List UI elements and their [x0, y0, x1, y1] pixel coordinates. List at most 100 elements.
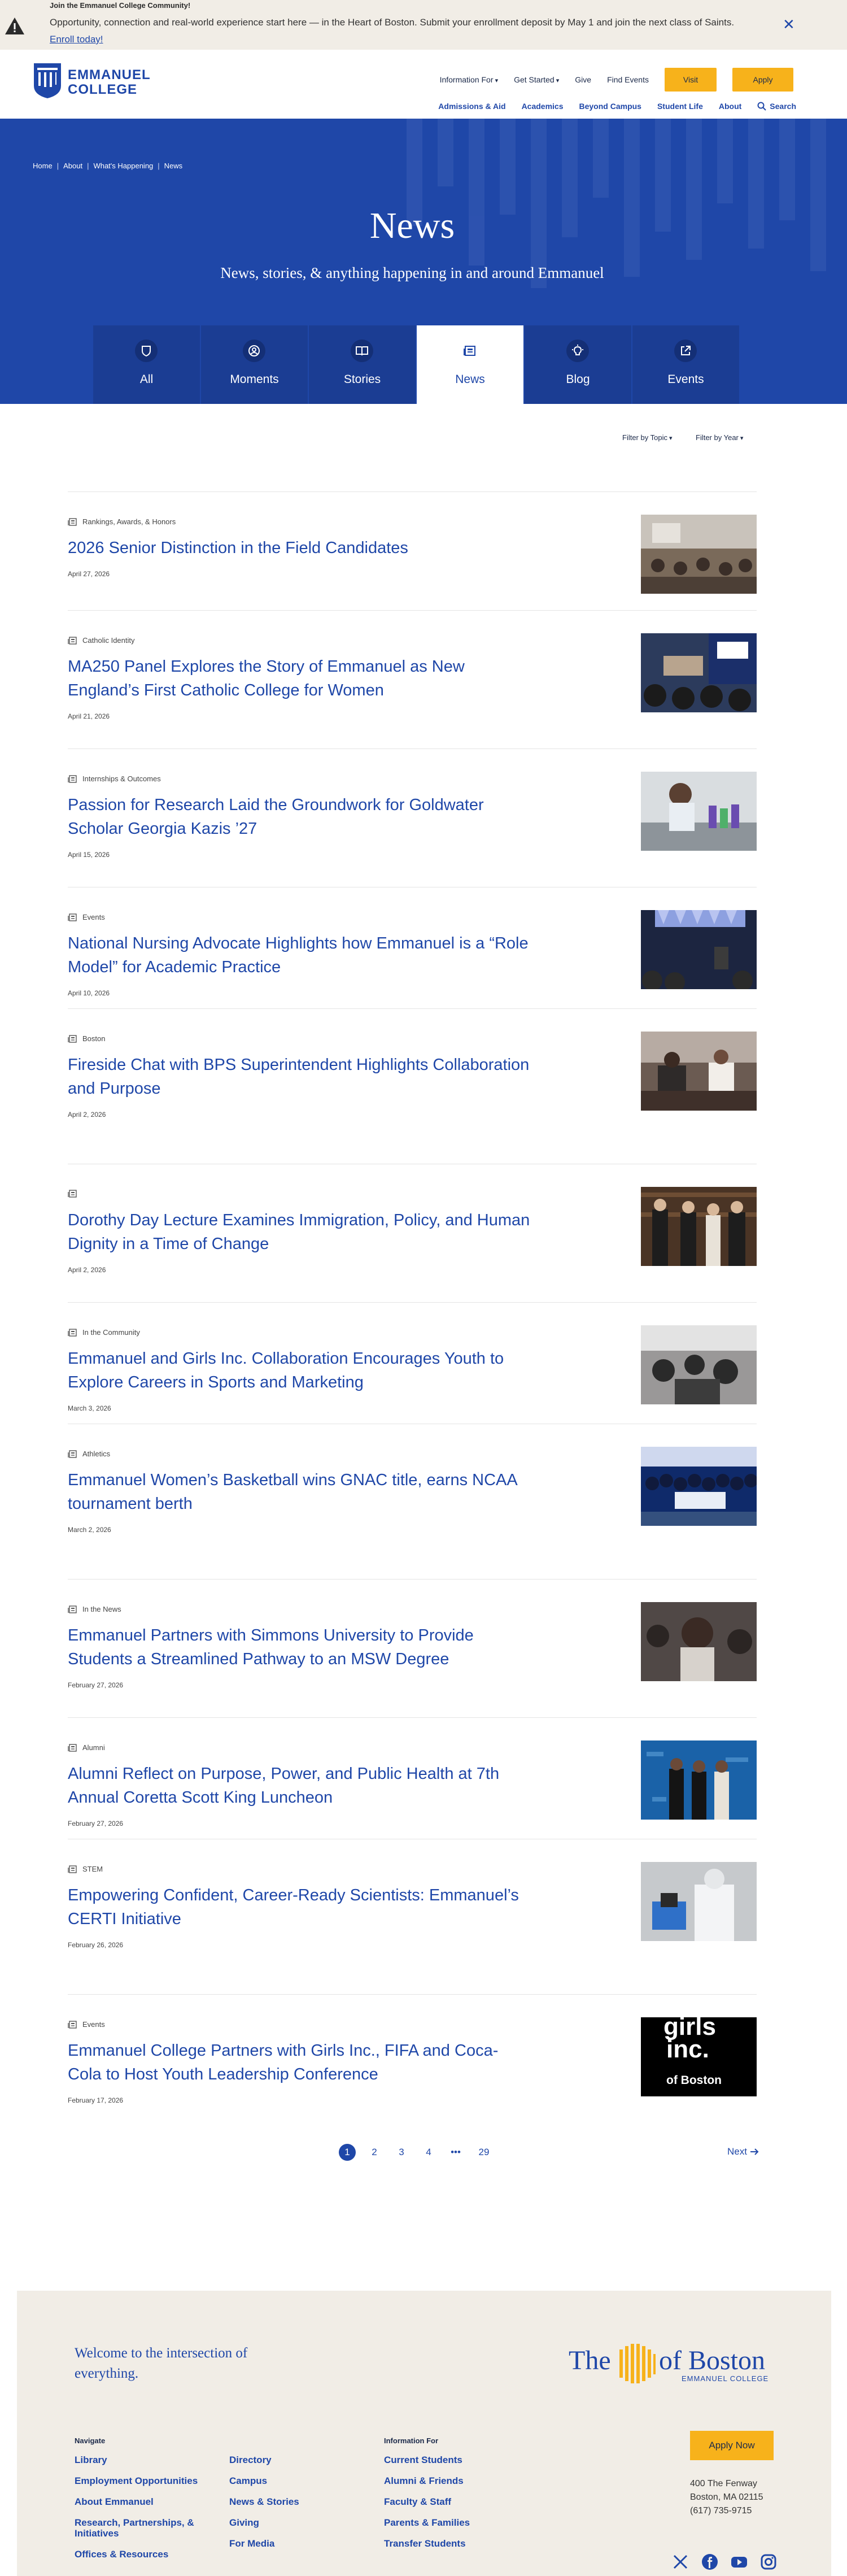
pagination-ellipsis: ••• — [451, 2147, 461, 2157]
footer-link-alumni[interactable]: Alumni & Friends — [384, 2475, 508, 2486]
news-photo — [641, 1325, 757, 1404]
news-title-link[interactable]: 2026 Senior Distinction in the Field Can… — [68, 536, 531, 560]
page-3-button[interactable]: 3 — [393, 2144, 410, 2161]
tab-stories[interactable]: Stories — [309, 325, 416, 404]
footer-link-giving[interactable]: Giving — [229, 2517, 342, 2528]
give-link[interactable]: Give — [575, 75, 591, 84]
news-date: March 2, 2026 — [68, 1526, 111, 1534]
news-item[interactable]: Catholic Identity MA250 Panel Explores th… — [68, 610, 757, 749]
news-item[interactable]: Rankings, Awards, & Honors 2026 Senior Di… — [68, 491, 757, 610]
close-icon[interactable]: ✕ — [783, 17, 795, 32]
news-thumbnail[interactable] — [641, 1602, 757, 1681]
find-events-link[interactable]: Find Events — [607, 75, 649, 84]
nav-academics[interactable]: Academics — [522, 102, 564, 111]
nav-beyond-campus[interactable]: Beyond Campus — [579, 102, 641, 111]
news-item[interactable]: In the News Emmanuel Partners with Simmon… — [68, 1579, 757, 1717]
footer-link-library[interactable]: Library — [75, 2455, 210, 2465]
news-category: Events — [68, 2020, 105, 2029]
apply-button[interactable]: Apply — [732, 68, 793, 92]
breadcrumb-home[interactable]: Home — [33, 162, 53, 170]
apply-now-button[interactable]: Apply Now — [690, 2431, 774, 2460]
footer-link-employment[interactable]: Employment Opportunities — [75, 2475, 210, 2486]
footer-link-current-students[interactable]: Current Students — [384, 2455, 508, 2465]
news-item[interactable]: In the Community Emmanuel and Girls Inc. … — [68, 1302, 757, 1424]
news-photo — [641, 1187, 757, 1266]
youtube-icon[interactable] — [731, 2553, 748, 2570]
page-2-button[interactable]: 2 — [366, 2144, 383, 2161]
news-thumbnail[interactable] — [641, 1032, 757, 1111]
tab-all[interactable]: All — [93, 325, 200, 404]
footer-link-research[interactable]: Research, Partnerships, & Initiatives — [75, 2517, 210, 2539]
news-category: STEM — [68, 1865, 103, 1873]
nav-student-life[interactable]: Student Life — [657, 102, 703, 111]
footer-link-news[interactable]: News & Stories — [229, 2496, 342, 2507]
news-title-link[interactable]: MA250 Panel Explores the Story of Emmanu… — [68, 655, 531, 702]
next-page-button[interactable]: Next — [727, 2146, 759, 2157]
news-item[interactable]: Athletics Emmanuel Women’s Basketball win… — [68, 1424, 757, 1579]
footer-link-campus[interactable]: Campus — [229, 2475, 342, 2486]
page-4-button[interactable]: 4 — [420, 2144, 437, 2161]
filter-by-year[interactable]: Filter by Year — [696, 433, 743, 442]
tab-blog[interactable]: Blog — [525, 325, 631, 404]
instagram-icon[interactable] — [760, 2553, 777, 2570]
news-title-link[interactable]: Passion for Research Laid the Groundwork… — [68, 793, 531, 841]
footer-link-offices[interactable]: Offices & Resources — [75, 2549, 210, 2560]
news-title-link[interactable]: Emmanuel Women’s Basketball wins GNAC ti… — [68, 1468, 531, 1516]
x-icon[interactable] — [672, 2553, 689, 2570]
footer-link-about[interactable]: About Emmanuel — [75, 2496, 210, 2507]
breadcrumb-whats-happening[interactable]: What's Happening — [93, 162, 153, 170]
footer-link-transfer[interactable]: Transfer Students — [384, 2538, 508, 2549]
filter-by-topic[interactable]: Filter by Topic — [622, 433, 673, 442]
news-title-link[interactable]: Emmanuel College Partners with Girls Inc… — [68, 2039, 531, 2086]
news-thumbnail[interactable] — [641, 910, 757, 989]
news-thumbnail[interactable] — [641, 633, 757, 712]
news-item[interactable]: Boston Fireside Chat with BPS Superintend… — [68, 1008, 757, 1164]
news-item[interactable]: Internships & Outcomes Passion for Resear… — [68, 749, 757, 887]
search-button[interactable]: Search — [757, 102, 796, 111]
phone-number[interactable]: (617) 735-9715 — [690, 2504, 763, 2518]
news-thumbnail[interactable]: girls inc. of Boston — [641, 2017, 757, 2096]
news-thumbnail[interactable] — [641, 772, 757, 851]
logo[interactable]: EMMANUEL COLLEGE — [33, 62, 168, 102]
news-item[interactable]: Events National Nursing Advocate Highligh… — [68, 887, 757, 1008]
news-thumbnail[interactable] — [641, 1740, 757, 1820]
news-title-link[interactable]: Emmanuel and Girls Inc. Collaboration En… — [68, 1347, 531, 1394]
news-date: April 27, 2026 — [68, 570, 110, 578]
tab-news[interactable]: News — [417, 325, 523, 404]
news-thumbnail[interactable] — [641, 1447, 757, 1526]
footer-link-parents[interactable]: Parents & Families — [384, 2517, 508, 2528]
page-1-button[interactable]: 1 — [339, 2144, 356, 2161]
news-title-link[interactable]: Alumni Reflect on Purpose, Power, and Pu… — [68, 1762, 531, 1809]
breadcrumb: Home | About | What's Happening | News — [33, 162, 183, 170]
get-started-menu[interactable]: Get Started — [514, 75, 559, 84]
nav-admissions[interactable]: Admissions & Aid — [438, 102, 505, 111]
news-title-link[interactable]: Emmanuel Partners with Simmons Universit… — [68, 1624, 531, 1671]
footer-brand-logo[interactable]: The of Boston EMMANUEL COLLEGE — [569, 2342, 772, 2387]
news-title-link[interactable]: Empowering Confident, Career-Ready Scien… — [68, 1883, 531, 1931]
news-thumbnail[interactable] — [641, 515, 757, 594]
newspaper-icon — [68, 2020, 77, 2029]
tab-moments[interactable]: Moments — [201, 325, 308, 404]
footer-link-directory[interactable]: Directory — [229, 2455, 342, 2465]
information-for-menu[interactable]: Information For — [440, 75, 499, 84]
news-title-link[interactable]: Dorothy Day Lecture Examines Immigration… — [68, 1208, 531, 1256]
visit-button[interactable]: Visit — [665, 68, 717, 92]
news-item[interactable]: Dorothy Day Lecture Examines Immigration… — [68, 1164, 757, 1302]
site-header: EMMANUELCOLLEGE Information For Get Star… — [0, 50, 847, 119]
nav-about[interactable]: About — [719, 102, 741, 111]
footer-link-faculty[interactable]: Faculty & Staff — [384, 2496, 508, 2507]
news-item[interactable]: Events Emmanuel College Partners with Gir… — [68, 1994, 757, 2144]
news-item[interactable]: STEM Empowering Confident, Career-Ready S… — [68, 1839, 757, 1994]
footer-link-media[interactable]: For Media — [229, 2538, 342, 2549]
tab-events[interactable]: Events — [632, 325, 739, 404]
news-thumbnail[interactable] — [641, 1862, 757, 1941]
breadcrumb-about[interactable]: About — [63, 162, 82, 170]
facebook-icon[interactable] — [701, 2553, 718, 2570]
news-thumbnail[interactable] — [641, 1325, 757, 1404]
news-item[interactable]: Alumni Alumni Reflect on Purpose, Power, … — [68, 1717, 757, 1839]
news-title-link[interactable]: Fireside Chat with BPS Superintendent Hi… — [68, 1053, 531, 1100]
page-29-button[interactable]: 29 — [475, 2144, 492, 2161]
news-title-link[interactable]: National Nursing Advocate Highlights how… — [68, 932, 531, 979]
news-thumbnail[interactable] — [641, 1187, 757, 1266]
enroll-link[interactable]: Enroll today! — [50, 34, 103, 45]
